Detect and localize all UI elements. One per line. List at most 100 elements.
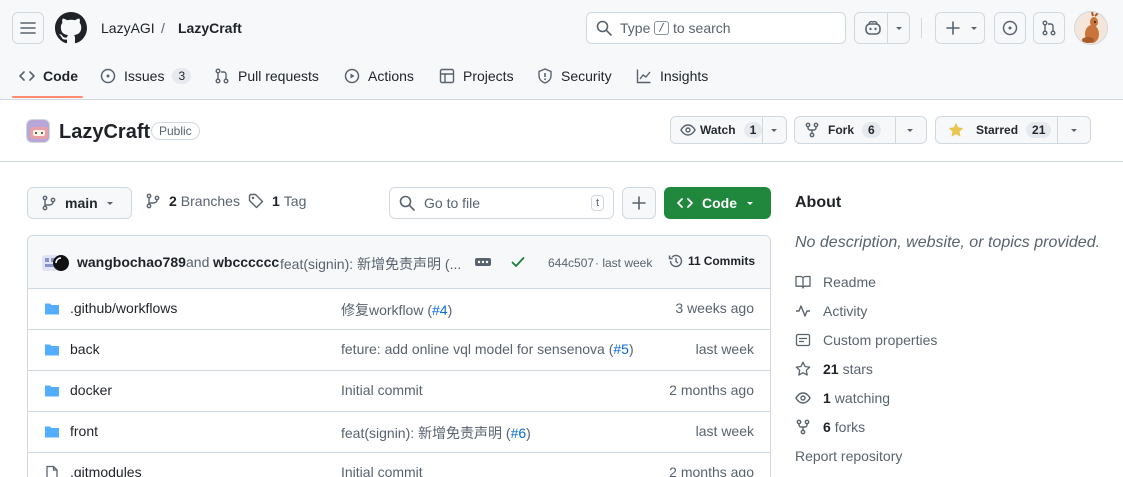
commit-message[interactable]: feture: add online vql model for senseno… <box>341 341 634 357</box>
code-button-label: Code <box>702 195 737 211</box>
graph-icon <box>636 69 651 84</box>
fork-count: 6 <box>862 122 881 138</box>
commit-author-avatars[interactable] <box>40 253 70 273</box>
hamburger-icon <box>20 22 36 34</box>
custom-properties-link[interactable]: Custom properties <box>795 330 937 350</box>
commit-date: 3 weeks ago <box>675 300 754 316</box>
chevron-down-icon <box>907 129 913 132</box>
go-to-file-input[interactable]: Go to file t <box>389 187 614 219</box>
readme-link[interactable]: Readme <box>795 272 876 292</box>
activity-link[interactable]: Activity <box>795 301 867 321</box>
fork-label: Fork <box>828 123 855 137</box>
tab-pull-requests[interactable]: Pull requests <box>214 64 319 88</box>
tab-code[interactable]: Code <box>19 64 78 88</box>
book-icon <box>795 275 811 289</box>
issues-button[interactable] <box>994 12 1026 44</box>
pr-link[interactable]: #6 <box>511 425 527 441</box>
file-name[interactable]: front <box>70 423 98 439</box>
watching-count: 1 <box>823 390 831 406</box>
file-row[interactable]: front feat(signin): 新增免责声明 (#6) last wee… <box>28 412 770 453</box>
about-description: No description, website, or topics provi… <box>795 234 1101 251</box>
tab-label: Issues <box>124 68 165 84</box>
repo-owner-avatar[interactable] <box>26 119 50 143</box>
file-row[interactable]: docker Initial commit 2 months ago <box>28 371 770 412</box>
file-name[interactable]: docker <box>70 382 112 398</box>
commit-expand-button[interactable] <box>472 252 494 272</box>
commits-history-link[interactable]: 11 Commits <box>668 253 755 269</box>
breadcrumb-repo[interactable]: LazyCraft <box>178 18 242 38</box>
hamburger-menu-button[interactable] <box>12 12 44 44</box>
file-name[interactable]: .github/workflows <box>70 300 177 316</box>
tab-label: Actions <box>368 68 414 84</box>
fork-button[interactable]: Fork 6 <box>794 116 927 144</box>
branch-name: main <box>65 195 98 211</box>
tab-security[interactable]: Security <box>537 64 612 88</box>
chevron-down-icon <box>747 202 753 205</box>
tags-link[interactable]: 1 Tag <box>248 193 306 209</box>
pull-requests-button[interactable] <box>1033 12 1065 44</box>
stars-count: 21 <box>823 361 839 377</box>
commits-label: Commits <box>703 254 756 268</box>
watch-button[interactable]: Watch 1 <box>670 116 787 144</box>
file-name[interactable]: .gitmodules <box>70 464 142 477</box>
branches-link[interactable]: 2 Branches <box>145 193 240 209</box>
issue-opened-icon <box>1002 20 1018 36</box>
commit-time: · last week <box>595 256 653 270</box>
plus-icon <box>632 196 646 210</box>
repo-header: LazyCraft Public Watch 1 Fork 6 Starred … <box>0 100 1123 162</box>
commit-message[interactable]: 修复workflow (#4) <box>341 300 452 320</box>
commit-author-1[interactable]: wangbochao789 <box>77 254 186 270</box>
pr-link[interactable]: #5 <box>613 341 629 357</box>
breadcrumb-owner[interactable]: LazyAGI <box>101 18 155 38</box>
star-label: Starred <box>976 123 1019 137</box>
stars-link[interactable]: 21 stars <box>795 359 873 379</box>
tab-actions[interactable]: Actions <box>344 64 414 88</box>
tab-insights[interactable]: Insights <box>636 64 708 88</box>
create-new-button[interactable] <box>935 12 985 44</box>
shield-icon <box>538 68 552 84</box>
tab-projects[interactable]: Projects <box>439 64 514 88</box>
pr-link[interactable]: #4 <box>432 302 448 318</box>
tab-issues[interactable]: Issues 3 <box>100 64 192 88</box>
commit-date: last week <box>695 423 754 439</box>
report-repository-link[interactable]: Report repository <box>795 448 902 464</box>
breadcrumb-separator: / <box>161 20 165 36</box>
search-prefix: Type <box>620 20 651 36</box>
search-shortcut-key: / <box>654 21 669 35</box>
commit-author-2[interactable]: wbcccccc <box>213 254 279 270</box>
commit-message[interactable]: feat(signin): 新增免责声明 (... <box>280 254 461 274</box>
history-icon <box>668 254 683 268</box>
user-avatar[interactable] <box>1074 11 1108 45</box>
custom-properties-label: Custom properties <box>823 332 938 348</box>
star-button[interactable]: Starred 21 <box>935 116 1091 144</box>
code-dropdown-button[interactable]: Code <box>664 187 771 219</box>
github-logo-icon[interactable] <box>55 12 87 44</box>
watching-link[interactable]: 1 watching <box>795 388 890 408</box>
file-icon <box>46 465 58 477</box>
check-icon[interactable] <box>510 254 526 270</box>
search-icon <box>399 195 415 211</box>
search-icon <box>596 20 612 36</box>
global-search-input[interactable]: Type / to search <box>586 12 846 44</box>
commit-message[interactable]: feat(signin): 新增免责声明 (#6) <box>341 423 531 443</box>
commit-message[interactable]: Initial commit <box>341 382 423 398</box>
file-row[interactable]: .gitmodules Initial commit 2 months ago <box>28 453 770 477</box>
branches-label: Branches <box>180 193 240 209</box>
issue-opened-icon <box>100 68 116 84</box>
copilot-button[interactable] <box>854 12 910 44</box>
watch-count: 1 <box>743 122 763 138</box>
branch-select-button[interactable]: main <box>27 187 132 219</box>
file-row[interactable]: back feture: add online vql model for se… <box>28 330 770 371</box>
commit-message[interactable]: Initial commit <box>341 464 423 477</box>
repo-title[interactable]: LazyCraft <box>59 120 150 144</box>
add-file-button[interactable] <box>622 187 656 219</box>
pulse-icon <box>796 305 810 317</box>
file-name[interactable]: back <box>70 341 100 357</box>
forks-link[interactable]: 6 forks <box>795 417 865 437</box>
latest-commit-bar: wangbochao789 and wbcccccc feat(signin):… <box>28 236 770 289</box>
commit-hash[interactable]: 644c507 <box>548 256 594 270</box>
issues-count-badge: 3 <box>172 68 192 84</box>
file-row[interactable]: .github/workflows 修复workflow (#4) 3 week… <box>28 289 770 330</box>
commit-date: 2 months ago <box>669 382 754 398</box>
go-to-file-shortcut: t <box>590 195 604 211</box>
